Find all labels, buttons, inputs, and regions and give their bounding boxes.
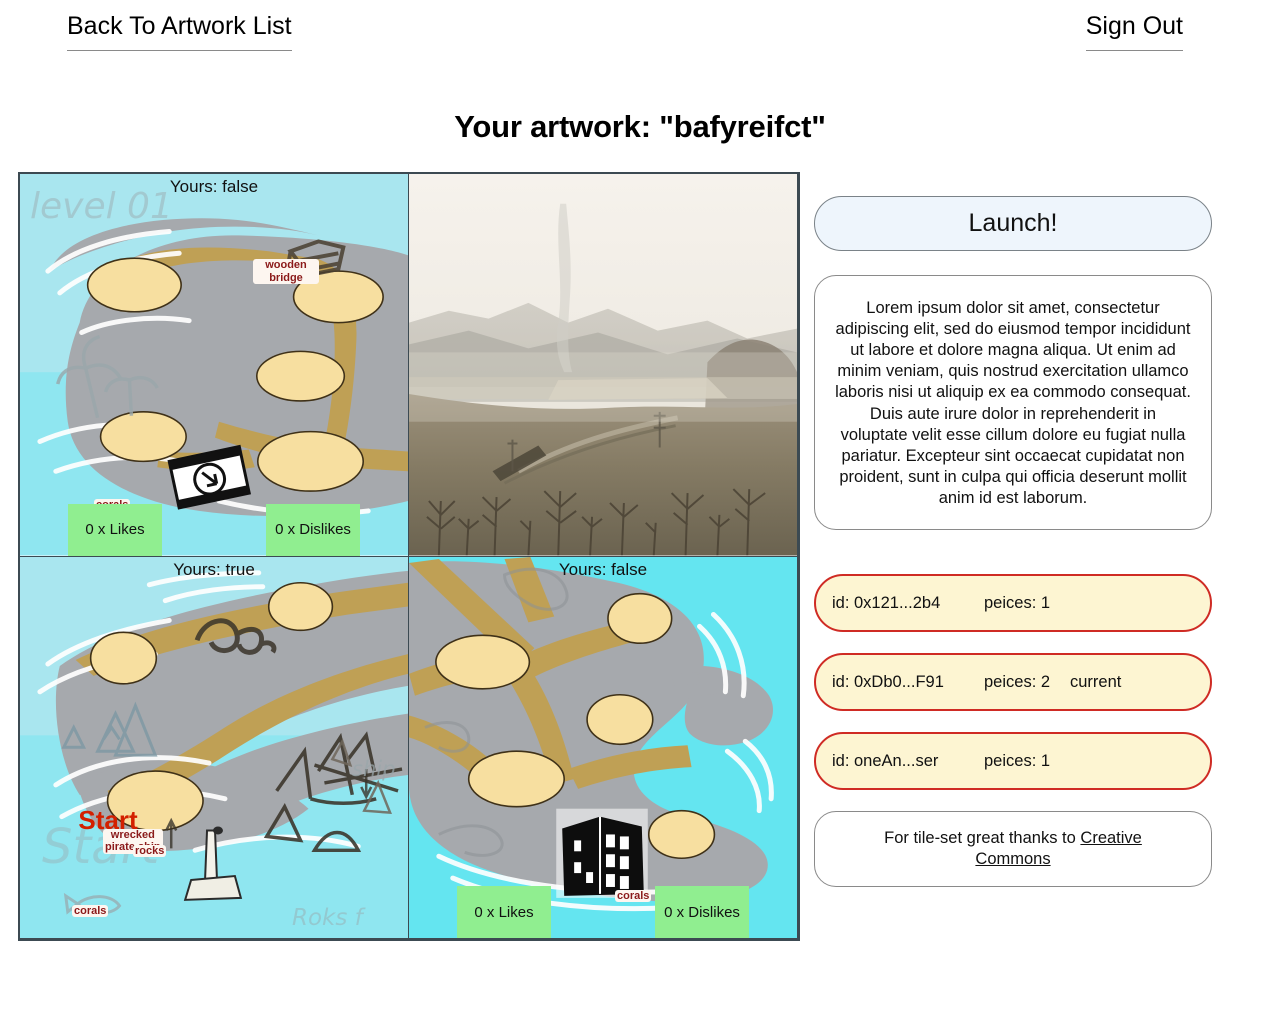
main-content: level 01 woodenbridge corals Yours: fals… bbox=[0, 172, 1280, 962]
piece-id-label: id: oneAn...ser bbox=[832, 751, 939, 770]
artwork-tile-bottom-right[interactable]: corals Yours: false 0 x Likes 0 x Dislik… bbox=[408, 555, 798, 939]
artwork-description-card: Lorem ipsum dolor sit amet, consectetur … bbox=[814, 275, 1212, 531]
sign-out-link[interactable]: Sign Out bbox=[1085, 14, 1183, 51]
dislikes-badge-bottom-right[interactable]: 0 x Dislikes bbox=[655, 886, 749, 938]
back-to-artwork-list-link[interactable]: Back To Artwork List bbox=[67, 14, 292, 51]
artwork-tile-top-left[interactable]: level 01 woodenbridge corals Yours: fals… bbox=[19, 173, 409, 557]
artwork-tile-bottom-left[interactable]: Start Start wrecked pirate ship rocks cor… bbox=[19, 555, 409, 939]
artwork-tile-top-right[interactable] bbox=[408, 173, 798, 557]
dislikes-badge-top-left[interactable]: 0 x Dislikes bbox=[266, 503, 360, 556]
top-navigation: Back To Artwork List Sign Out bbox=[0, 0, 1280, 60]
likes-badge-bottom-right[interactable]: 0 x Likes bbox=[457, 886, 551, 938]
side-panel: Launch! Lorem ipsum dolor sit amet, cons… bbox=[814, 196, 1212, 888]
piece-id-card[interactable]: id: 0xDb0...F91 peices: 2 current bbox=[814, 653, 1212, 712]
launch-button[interactable]: Launch! bbox=[814, 196, 1212, 251]
piece-current-label: current bbox=[1070, 672, 1122, 691]
piece-count-label: peices: 1 bbox=[984, 751, 1051, 770]
piece-count-label: peices: 2 bbox=[984, 672, 1051, 691]
piece-id-card[interactable]: id: 0x121...2b4 peices: 1 bbox=[814, 574, 1212, 633]
map-artwork-bottom-right bbox=[409, 556, 797, 938]
landscape-photo bbox=[409, 174, 797, 556]
likes-badge-top-left[interactable]: 0 x Likes bbox=[68, 503, 162, 556]
credit-prefix-text: For tile-set great thanks to bbox=[884, 829, 1081, 848]
page-title: Your artwork: "bafyreifct" bbox=[454, 109, 826, 144]
piece-count-label: peices: 1 bbox=[984, 593, 1051, 612]
piece-id-card[interactable]: id: oneAn...ser peices: 1 bbox=[814, 732, 1212, 791]
map-artwork-top-left bbox=[20, 174, 408, 556]
map-artwork-bottom-left bbox=[20, 556, 408, 938]
piece-id-label: id: 0xDb0...F91 bbox=[832, 672, 944, 691]
tileset-credit-card: For tile-set great thanks to Creative Co… bbox=[814, 811, 1212, 888]
piece-id-label: id: 0x121...2b4 bbox=[832, 593, 941, 612]
artwork-grid: level 01 woodenbridge corals Yours: fals… bbox=[18, 172, 800, 941]
